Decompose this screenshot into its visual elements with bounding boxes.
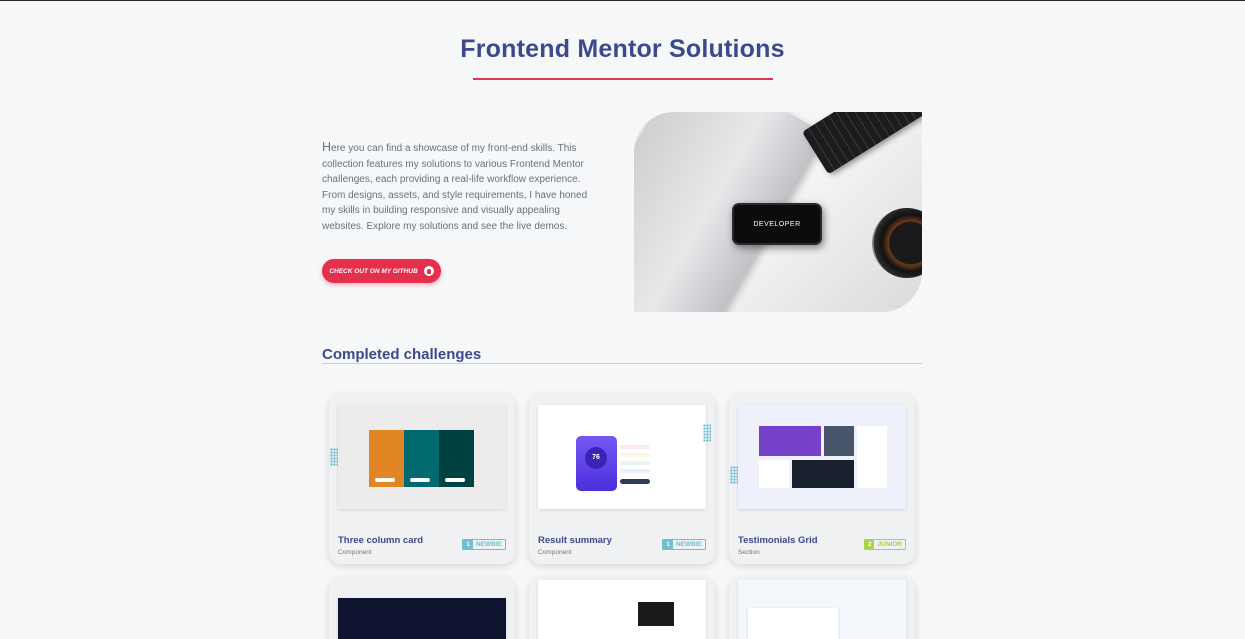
thumb-summary-panel xyxy=(617,436,655,491)
github-button[interactable]: CHECK OUT ON MY GITHUB xyxy=(322,259,441,283)
thumb-testimonial-light xyxy=(759,460,789,488)
challenge-card[interactable] xyxy=(729,578,915,639)
thumb-column-green xyxy=(439,430,474,487)
card-thumbnail xyxy=(538,580,706,639)
card-type: Component xyxy=(538,549,572,556)
card-type: Section xyxy=(738,549,760,556)
challenge-card[interactable]: Three column card Component 1 NEWBIE xyxy=(329,394,515,564)
level-number: 2 xyxy=(864,540,875,549)
keyboard-graphic xyxy=(802,112,922,175)
card-name: Result summary xyxy=(538,535,612,546)
thumb-score: 76 xyxy=(585,447,607,469)
challenge-card[interactable]: 76 Result summary Component 1 NEWBIE xyxy=(529,394,715,564)
decor-dots xyxy=(330,448,338,466)
level-number: 1 xyxy=(663,540,673,549)
intro-text: Here you can find a showcase of my front… xyxy=(322,140,588,232)
section-divider xyxy=(322,363,922,364)
thumb-testimonial-gray xyxy=(824,426,854,456)
challenge-card[interactable]: Testimonials Grid Section 2 JUNIOR xyxy=(729,394,915,564)
level-label: NEWBIE xyxy=(676,541,702,548)
challenge-card[interactable] xyxy=(329,578,515,639)
level-badge: 1 NEWBIE xyxy=(462,539,506,550)
decor-dots xyxy=(703,424,711,442)
decor-dots xyxy=(730,466,738,484)
phone-graphic: DEVELOPER xyxy=(732,203,822,245)
level-label: NEWBIE xyxy=(476,541,502,548)
thumb-testimonial-white xyxy=(857,426,887,488)
github-icon xyxy=(423,266,434,276)
section-title: Completed challenges xyxy=(322,346,482,363)
card-thumbnail: 76 xyxy=(538,405,706,509)
hero-image: DEVELOPER xyxy=(634,112,922,312)
level-badge: 1 NEWBIE xyxy=(662,539,706,550)
card-name: Three column card xyxy=(338,535,423,546)
thumb-column-teal xyxy=(404,430,439,487)
cup-graphic xyxy=(872,208,922,278)
card-thumbnail xyxy=(338,405,506,509)
title-underline xyxy=(473,78,773,80)
card-thumbnail xyxy=(738,580,906,639)
card-thumbnail xyxy=(338,598,506,639)
thumb-testimonial-purple xyxy=(759,426,821,456)
card-type: Component xyxy=(338,549,372,556)
github-button-label: CHECK OUT ON MY GITHUB xyxy=(329,267,418,275)
page-title: Frontend Mentor Solutions xyxy=(460,35,785,63)
thumb-testimonial-dark xyxy=(792,460,854,488)
level-label: JUNIOR xyxy=(877,541,902,548)
level-badge: 2 JUNIOR xyxy=(863,539,906,550)
thumb-result-panel: 76 xyxy=(576,436,617,491)
level-number: 1 xyxy=(463,540,473,549)
thumb-column-orange xyxy=(369,430,404,487)
card-thumbnail xyxy=(738,405,906,509)
challenge-card[interactable] xyxy=(529,578,715,639)
card-name: Testimonials Grid xyxy=(738,535,818,546)
